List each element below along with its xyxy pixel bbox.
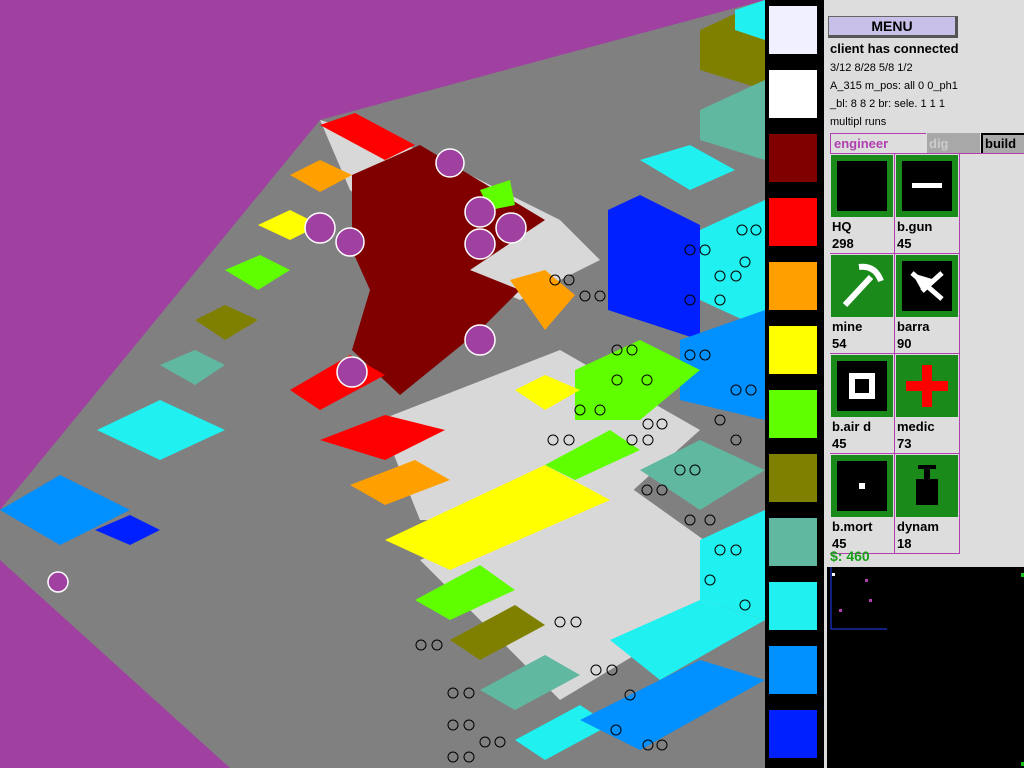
log-line: _bl: 8 8 2 br: sele. 1 1 1: [830, 98, 945, 110]
palette-swatch[interactable]: [769, 326, 817, 374]
mortar-icon: [831, 455, 893, 517]
unit-card-gun[interactable]: b.gun 45: [895, 154, 960, 254]
unit-name: mine: [832, 319, 863, 334]
unit-cost: 90: [897, 336, 912, 351]
money-counter: $: 460: [830, 548, 870, 564]
unit-cost: 298: [832, 236, 854, 251]
palette-swatch[interactable]: [769, 6, 817, 54]
medic-cross-icon: [896, 355, 958, 417]
palette-swatch[interactable]: [769, 134, 817, 182]
dynamite-icon: [896, 455, 958, 517]
unit-name: b.air d: [832, 419, 872, 434]
log-title: client has connected: [830, 41, 959, 56]
palette-swatch[interactable]: [769, 582, 817, 630]
unit-card-medic[interactable]: medic 73: [895, 354, 960, 454]
log-line: A_315 m_pos: all 0 0_ph1: [830, 80, 958, 92]
unit-cost: 18: [897, 536, 912, 551]
palette-swatch[interactable]: [769, 518, 817, 566]
unit-cost: 45: [832, 436, 847, 451]
unit-card-hq[interactable]: HQ 298: [830, 154, 895, 254]
unit-name: b.mort: [832, 519, 873, 534]
tab-bar: engineer dig build: [830, 133, 1024, 153]
palette-swatch[interactable]: [769, 710, 817, 758]
palette-swatch[interactable]: [769, 454, 817, 502]
minimap[interactable]: [827, 567, 1024, 768]
palette-swatch[interactable]: [769, 390, 817, 438]
log-line: 3/12 8/28 5/8 1/2: [830, 62, 913, 74]
unit-card-barricade[interactable]: barra 90: [895, 254, 960, 354]
tab-build[interactable]: build: [981, 133, 1024, 153]
tab-dig[interactable]: dig: [927, 133, 980, 153]
unit-name: HQ: [832, 219, 852, 234]
air-defense-icon: [831, 355, 893, 417]
unit-grid: HQ 298 b.gun 45 mine 54 barra 90 b.air d…: [830, 153, 1024, 554]
log-line: multipl runs: [830, 116, 887, 128]
palette-swatch[interactable]: [769, 198, 817, 246]
palette-swatch[interactable]: [769, 70, 817, 118]
side-panel: MENU client has connected 3/12 8/28 5/8 …: [821, 0, 1024, 768]
menu-button[interactable]: MENU: [828, 16, 958, 38]
unit-name: b.gun: [897, 219, 933, 234]
unit-cost: 45: [897, 236, 912, 251]
palette-swatch[interactable]: [769, 262, 817, 310]
hq-icon: [831, 155, 893, 217]
barricade-icon: [896, 255, 958, 317]
unit-card-mine[interactable]: mine 54: [830, 254, 895, 354]
unit-name: barra: [897, 319, 930, 334]
block-palette: [765, 0, 821, 768]
pickaxe-icon: [831, 255, 893, 317]
unit-card-dynamite[interactable]: dynam 18: [895, 454, 960, 554]
unit-card-air-defense[interactable]: b.air d 45: [830, 354, 895, 454]
unit-name: dynam: [897, 519, 939, 534]
isometric-game-world[interactable]: [0, 0, 765, 768]
palette-swatch[interactable]: [769, 646, 817, 694]
unit-card-mortar[interactable]: b.mort 45: [830, 454, 895, 554]
unit-cost: 54: [832, 336, 847, 351]
unit-cost: 73: [897, 436, 912, 451]
gun-icon: [896, 155, 958, 217]
unit-name: medic: [897, 419, 935, 434]
tab-engineer[interactable]: engineer: [830, 133, 926, 153]
